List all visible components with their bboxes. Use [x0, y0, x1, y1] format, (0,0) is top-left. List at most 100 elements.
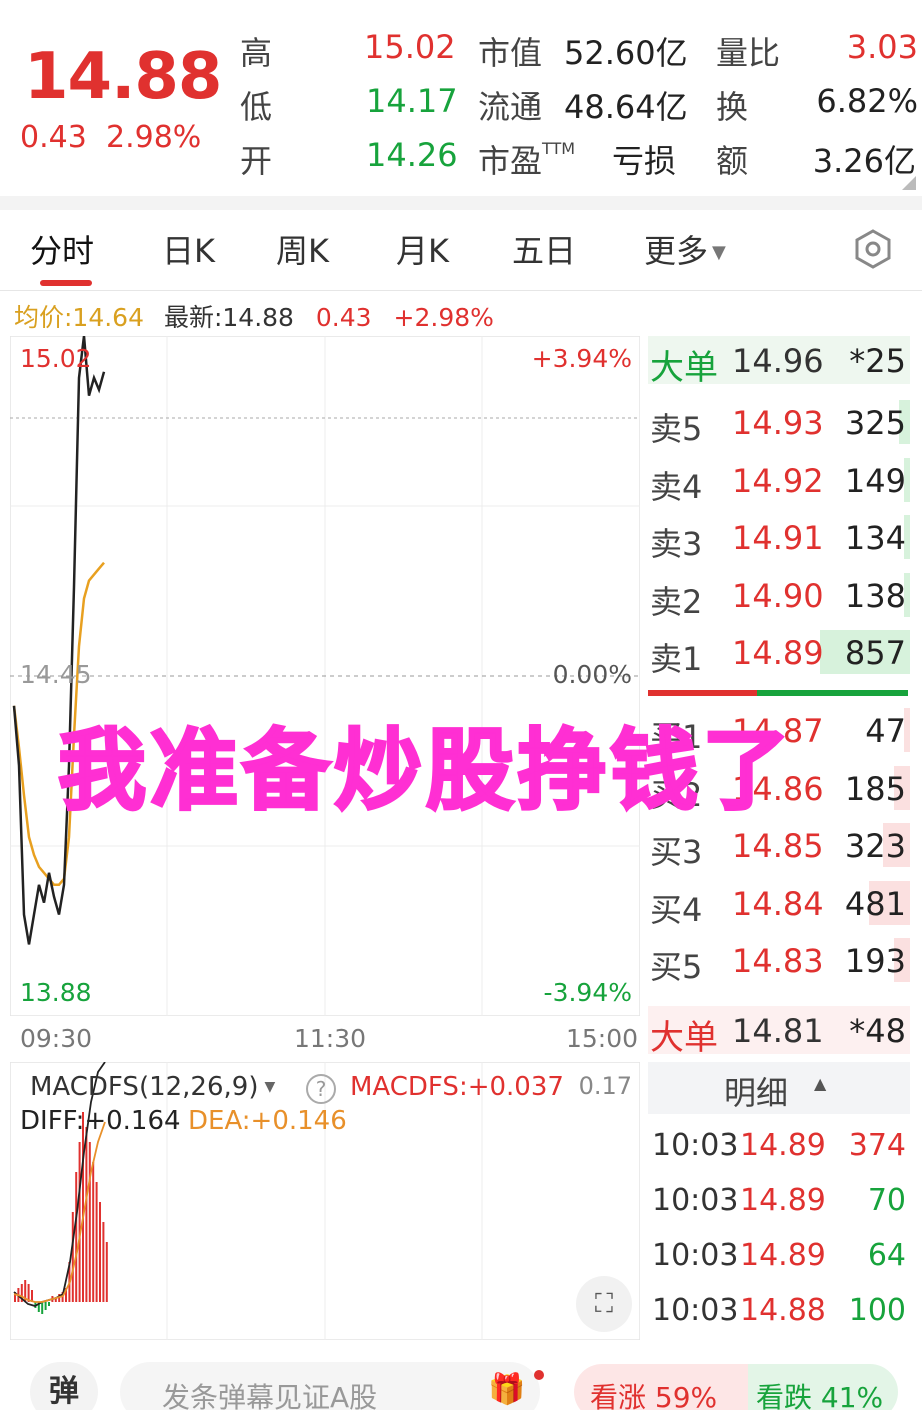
price-change: 0.43 — [20, 120, 87, 155]
ask-label: 卖5 — [650, 410, 703, 448]
ask-volume: 138 — [844, 576, 906, 615]
fullscreen-icon[interactable]: ⛶ — [576, 1276, 632, 1332]
bid-price: 14.83 — [732, 942, 824, 980]
float-cap-label: 流通 — [478, 88, 543, 126]
market-cap-label: 市值 — [478, 34, 543, 72]
trade-time: 10:03 — [652, 1293, 739, 1328]
trade-price: 14.89 — [740, 1238, 826, 1273]
ask-row[interactable]: 卖5 14.93 325 — [650, 396, 910, 448]
open-value: 14.26 — [366, 136, 458, 174]
market-cap-value: 52.60亿 — [564, 34, 688, 72]
trade-time: 10:03 — [652, 1128, 739, 1163]
bid-volume: 47 — [865, 712, 906, 750]
macd-axis-top: 0.17 — [578, 1072, 632, 1100]
chart-y-top: 15.02 — [20, 344, 92, 373]
bearish-label: 看跌 41% — [756, 1381, 884, 1410]
bid-volume: 193 — [844, 942, 906, 980]
big-buy-volume: *48 — [849, 1012, 906, 1050]
pe-label-text: 市盈 — [478, 142, 543, 180]
ask-label: 卖3 — [650, 525, 703, 563]
amount-label: 额 — [716, 142, 749, 180]
intraday-info-line: 均价:14.64 最新:14.88 0.43 +2.98% — [14, 298, 494, 334]
ask-row[interactable]: 卖1 14.89 857 — [650, 626, 910, 678]
trade-detail-row: 10:03 14.89 374 — [652, 1124, 908, 1168]
ask-row[interactable]: 卖3 14.91 134 — [650, 511, 910, 563]
detail-title: 明细 — [724, 1074, 789, 1112]
active-tab-underline — [40, 280, 92, 286]
macd-bar — [71, 1212, 74, 1302]
info-change: 0.43 — [315, 303, 372, 332]
bullish-vote-button[interactable]: 看涨 59% — [574, 1364, 748, 1410]
bid-price: 14.84 — [732, 884, 824, 923]
ask-price: 14.91 — [732, 519, 824, 557]
tabs-divider — [0, 290, 922, 291]
macd-indicator-selector[interactable]: MACDFS(12,26,9) ▼ — [30, 1072, 275, 1102]
latest-price-label: 最新:14.88 — [163, 303, 294, 332]
trade-time: 10:03 — [652, 1183, 739, 1218]
notification-dot — [534, 1370, 544, 1380]
pe-value: 亏损 — [612, 142, 677, 180]
trade-volume: 64 — [867, 1238, 906, 1273]
danmu-input[interactable]: 发条弹幕见证A股 🎁 — [120, 1362, 540, 1410]
ask-volume: 857 — [844, 634, 906, 672]
bearish-vote-button[interactable]: 看跌 41% — [748, 1364, 898, 1410]
trade-price: 14.88 — [740, 1293, 826, 1328]
big-sell-volume: *25 — [849, 342, 906, 380]
chevron-down-icon: ▼ — [264, 1079, 276, 1095]
amount-value: 3.26亿 — [812, 142, 916, 180]
ask-label: 卖4 — [650, 467, 703, 506]
macd-bar — [82, 1112, 84, 1302]
detail-header[interactable]: 明细 ▲ — [648, 1062, 910, 1114]
trade-detail-row: 10:03 14.88 100 — [652, 1289, 908, 1333]
settings-icon[interactable] — [852, 228, 894, 270]
help-icon[interactable]: ? — [306, 1074, 336, 1104]
tab-five-day[interactable]: 五日 — [512, 226, 576, 272]
macd-bar — [102, 1222, 105, 1302]
volume-ratio-label: 量比 — [716, 34, 781, 72]
gift-icon[interactable]: 🎁 — [488, 1372, 525, 1407]
ask-price: 14.92 — [732, 461, 824, 500]
float-cap-value: 48.64亿 — [564, 88, 688, 126]
tab-monthly-k[interactable]: 月K — [396, 226, 449, 272]
tab-daily-k[interactable]: 日K — [162, 226, 215, 272]
low-value: 14.17 — [366, 82, 458, 120]
macd-value: MACDFS:+0.037 — [350, 1072, 564, 1102]
bid-label: 买5 — [650, 948, 703, 986]
macd-bar — [41, 1302, 44, 1314]
last-price: 14.88 — [24, 40, 222, 114]
macd-bar — [95, 1182, 98, 1302]
chart-pct-mid: 0.00% — [552, 660, 632, 689]
big-buy-label: 大单 — [650, 1018, 718, 1058]
big-sell-order-row[interactable]: 大单 14.96 *25 — [648, 336, 910, 388]
big-buy-price: 14.81 — [732, 1012, 824, 1050]
bid-row[interactable]: 买3 14.85 323 — [650, 819, 910, 871]
chart-pct-bottom: -3.94% — [543, 978, 632, 1007]
caret-up-icon: ▲ — [814, 1074, 827, 1093]
danmu-toggle-button[interactable]: 弹 — [30, 1362, 98, 1410]
turnover-value: 6.82% — [816, 82, 918, 120]
macd-chart[interactable] — [10, 1062, 640, 1340]
trade-detail-row: 10:03 14.89 70 — [652, 1179, 908, 1223]
tab-more[interactable]: 更多 ▼ — [644, 226, 726, 272]
low-label: 低 — [240, 88, 273, 126]
pe-ttm-label: TTM — [542, 139, 576, 159]
ask-row[interactable]: 卖4 14.92 149 — [650, 454, 910, 506]
chevron-down-icon: ▼ — [712, 242, 726, 263]
tab-weekly-k[interactable]: 周K — [276, 226, 329, 272]
ask-row[interactable]: 卖2 14.90 138 — [650, 569, 910, 621]
intraday-chart[interactable] — [10, 336, 640, 1016]
big-buy-order-row[interactable]: 大单 14.81 *48 — [648, 1006, 910, 1058]
tab-intraday[interactable]: 分时 — [30, 226, 94, 272]
bid-volume: 481 — [844, 884, 906, 923]
ask-price: 14.89 — [732, 634, 824, 672]
ask-volume: 149 — [844, 461, 906, 500]
bid-row[interactable]: 买5 14.83 193 — [650, 934, 910, 986]
bid-row[interactable]: 买4 14.84 481 — [650, 877, 910, 929]
expand-corner-icon[interactable] — [902, 176, 916, 190]
trade-volume: 100 — [848, 1293, 906, 1328]
diff-value: DIFF:+0.164 — [20, 1106, 181, 1136]
open-label: 开 — [240, 142, 273, 180]
big-sell-label: 大单 — [650, 348, 718, 388]
ask-price: 14.90 — [732, 576, 824, 615]
ask-volume: 325 — [844, 404, 906, 442]
